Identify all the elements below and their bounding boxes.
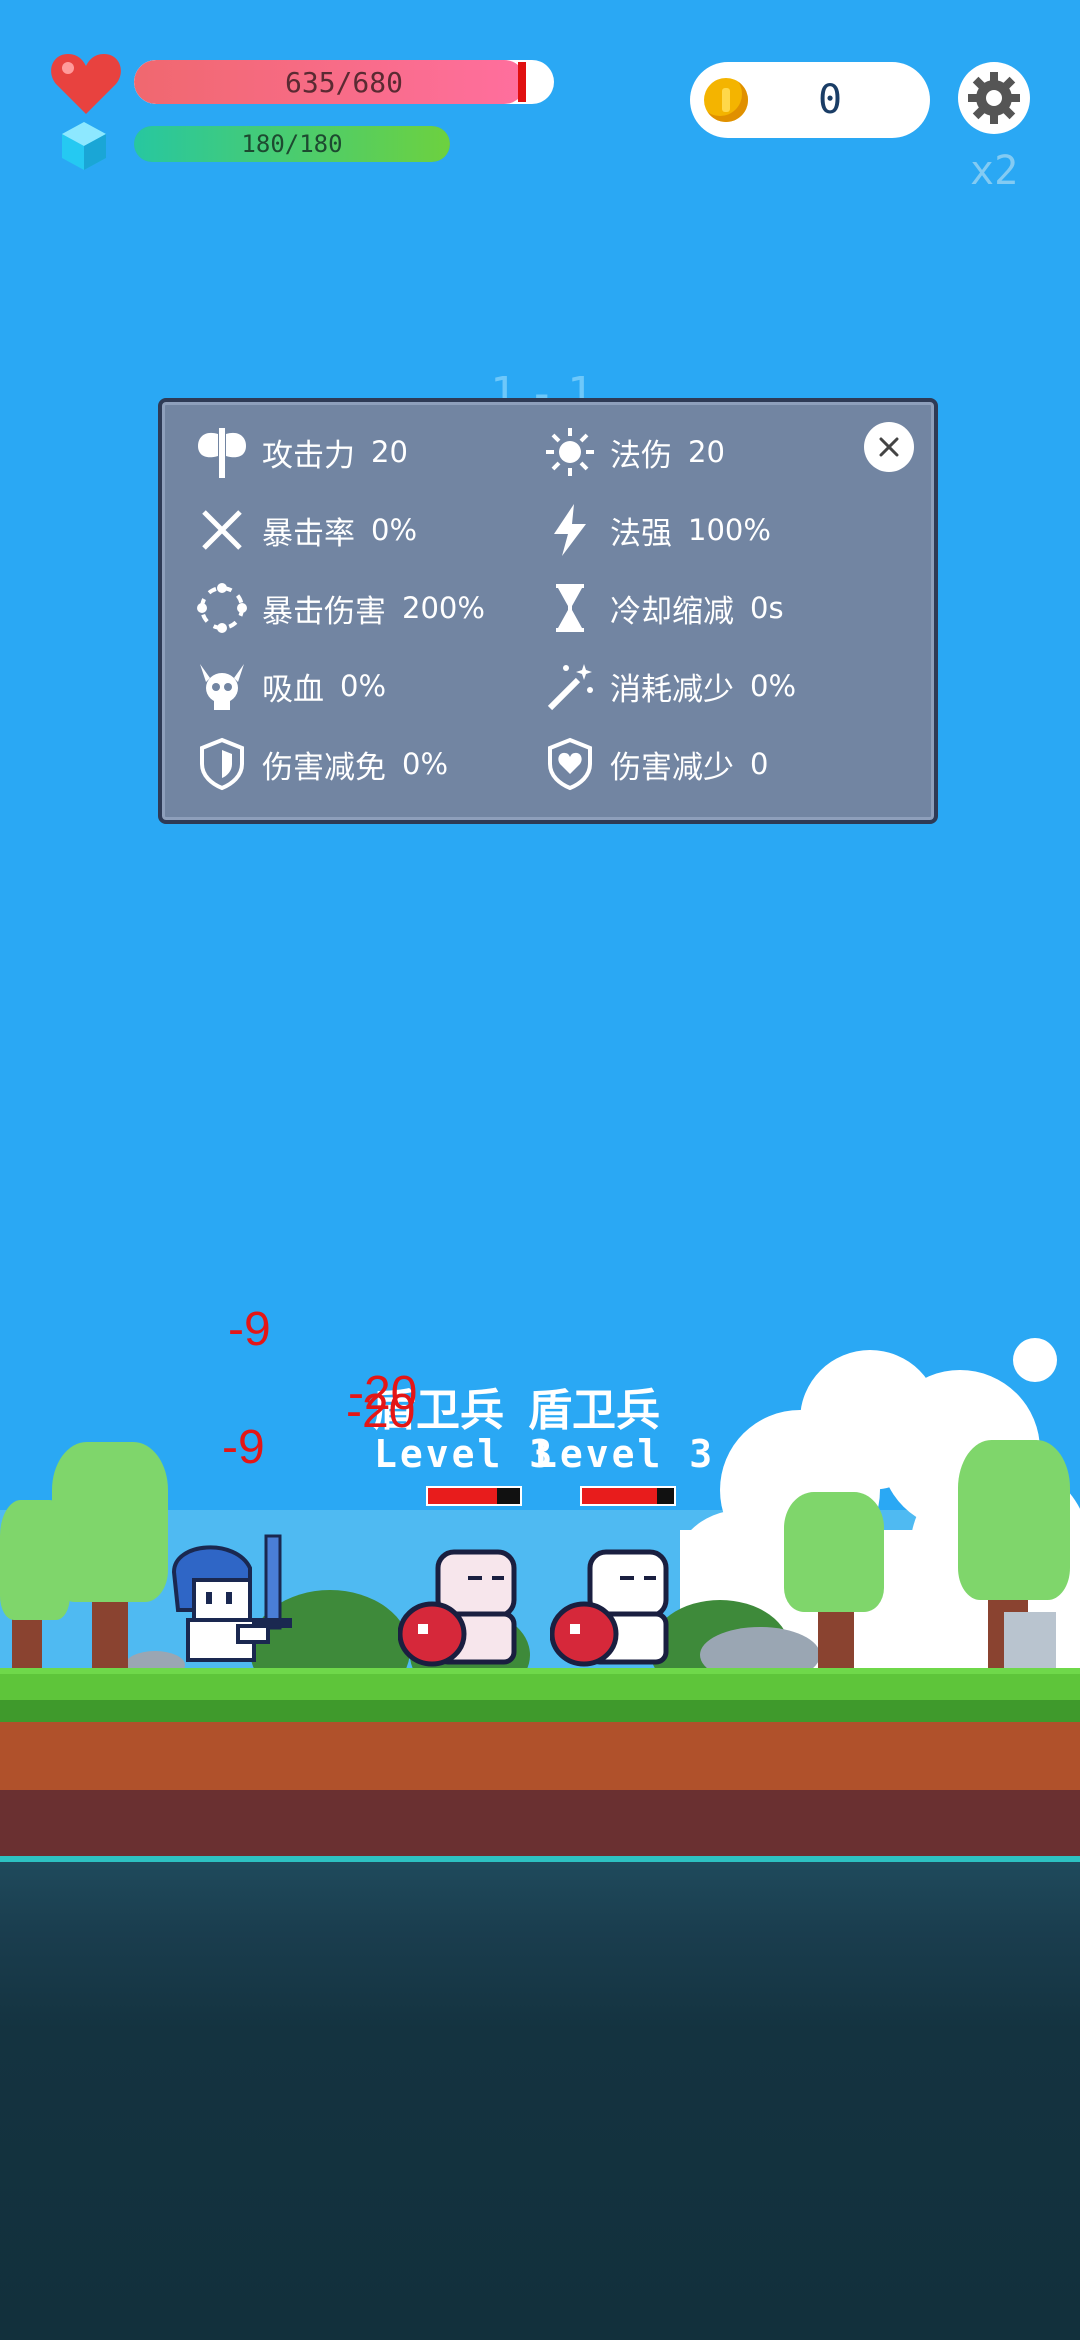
heart-icon — [51, 54, 121, 114]
axe-icon — [194, 424, 250, 480]
stat-attack: 攻击力 20 — [194, 422, 408, 482]
settings-button[interactable] — [958, 62, 1030, 134]
gravestone — [1004, 1612, 1056, 1670]
hero-knight — [171, 1534, 292, 1662]
tree — [784, 1492, 884, 1612]
gem-icon — [62, 122, 106, 170]
stat-magic-power: 法强 100% — [542, 500, 771, 560]
hp-text: 635/680 — [284, 65, 403, 99]
enemy-health-fill — [582, 1488, 658, 1504]
tree-trunk — [92, 1590, 128, 1670]
dark-dirt-layer — [0, 1790, 1080, 1858]
stat-magic-damage: 法伤 20 — [542, 422, 725, 482]
coin-icon — [704, 78, 748, 122]
close-icon — [879, 437, 899, 457]
underground-area — [0, 1862, 1080, 2340]
coin-count: 0 — [817, 77, 843, 123]
enemy-health-bar — [580, 1486, 676, 1506]
stat-damage-decrease: 伤害减少 0 — [542, 734, 768, 794]
enemy-health-fill — [428, 1488, 497, 1504]
lightning-icon — [542, 502, 598, 558]
mana-bar: 180/180 — [134, 126, 450, 162]
crossed-swords-icon — [194, 502, 250, 558]
enemy-name: 盾卫兵 — [528, 1385, 660, 1436]
shield-icon — [194, 736, 250, 792]
stat-crit-damage: 暴击伤害 200% — [194, 578, 485, 638]
stats-panel: 攻击力 20 暴击率 0% 暴击伤害 200% 吸血 0% 伤害减免 0% 法伤 — [158, 398, 938, 824]
circle-burst-icon — [194, 580, 250, 636]
hp-bar: 635/680 — [134, 60, 554, 104]
enemy-level: Level 3 — [534, 1432, 716, 1476]
close-button[interactable] — [864, 422, 914, 472]
tree — [958, 1440, 1070, 1600]
stat-crit-rate: 暴击率 0% — [194, 500, 417, 560]
stat-cooldown-reduction: 冷却缩减 0s — [542, 578, 784, 638]
damage-number: -9 — [222, 1421, 265, 1474]
mana-text: 180/180 — [241, 130, 343, 158]
horned-skull-icon — [194, 658, 250, 714]
hourglass-icon — [542, 580, 598, 636]
enemy-shield-guard — [398, 1549, 517, 1667]
coin-counter: 0 — [690, 62, 930, 138]
heart-shield-icon — [542, 736, 598, 792]
enemy-shield-guard — [550, 1549, 669, 1667]
sun-icon — [542, 424, 598, 480]
grass-shadow — [0, 1700, 1080, 1722]
magic-wand-icon — [542, 658, 598, 714]
gear-icon — [968, 72, 1020, 124]
tree — [0, 1500, 70, 1620]
stat-cost-reduction: 消耗减少 0% — [542, 656, 796, 716]
game-speed-toggle[interactable]: x2 — [970, 148, 1018, 194]
stat-damage-reduction: 伤害减免 0% — [194, 734, 448, 794]
damage-number: -9 — [228, 1303, 271, 1356]
enemy-health-bar — [426, 1486, 522, 1506]
damage-number: -20 — [346, 1385, 416, 1438]
stat-lifesteal: 吸血 0% — [194, 656, 386, 716]
